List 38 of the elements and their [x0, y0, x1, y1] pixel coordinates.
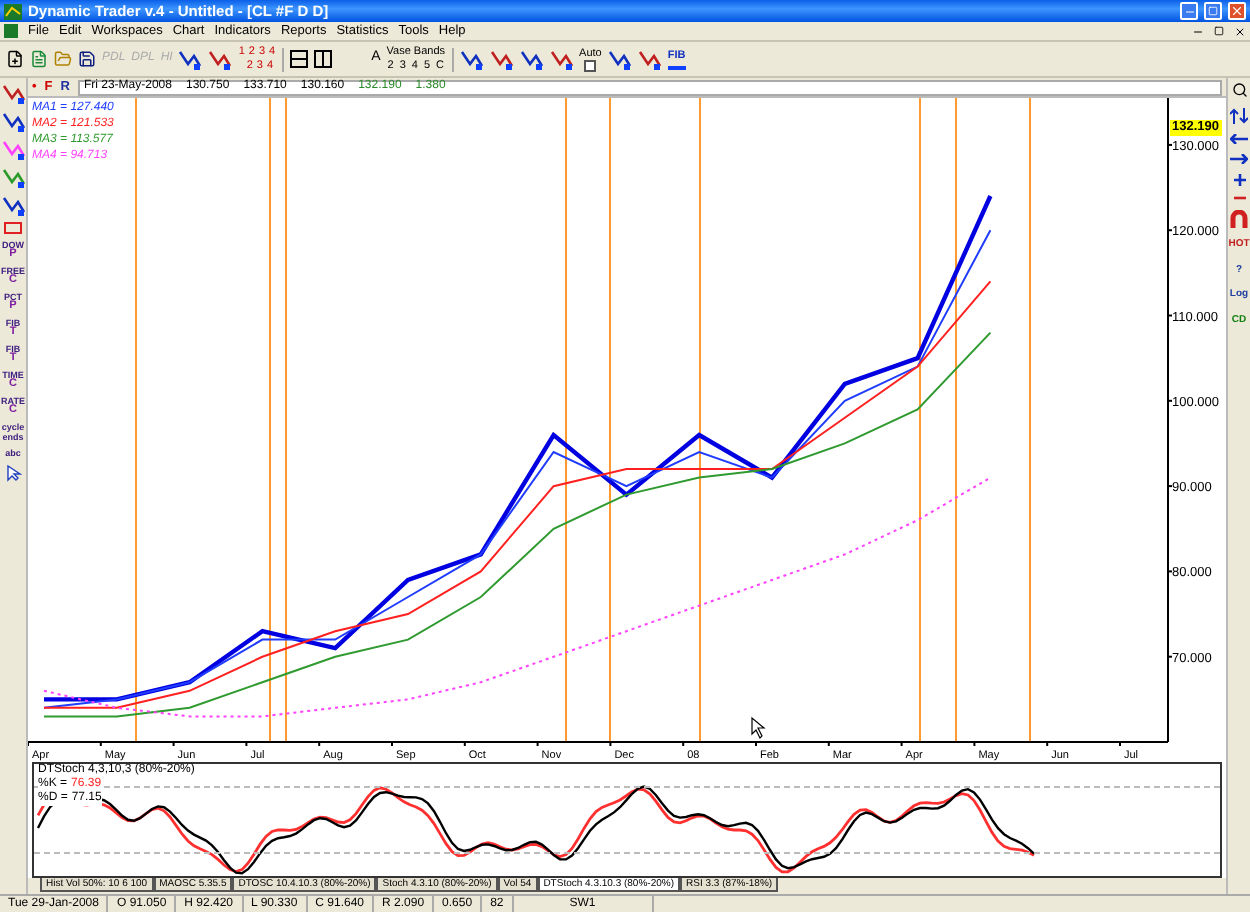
trend-tool-icon[interactable] [637, 48, 662, 70]
zoom-icon[interactable] [1231, 82, 1247, 98]
split-vertical-icon[interactable] [313, 50, 332, 68]
trend-tool-icon[interactable] [607, 48, 632, 70]
close-icon [1234, 25, 1246, 37]
split-horizontal-icon[interactable] [289, 50, 308, 68]
new-file-icon[interactable] [6, 50, 24, 68]
restore-icon [1214, 26, 1224, 36]
minus-icon[interactable] [1233, 196, 1245, 200]
app-logo-icon [4, 3, 22, 19]
arrows-icon[interactable] [1230, 108, 1248, 124]
maximize-icon [1208, 6, 1218, 16]
rectangle-tool-icon[interactable] [4, 222, 22, 234]
maximize-button[interactable] [1204, 2, 1222, 20]
trend-tool-icon[interactable] [1, 82, 25, 104]
trend-tool-icon[interactable] [1, 110, 25, 132]
pointer-icon[interactable] [5, 464, 21, 482]
open-folder-icon[interactable] [54, 50, 72, 68]
trend-tool-icon[interactable] [489, 48, 514, 70]
close-icon [1230, 4, 1244, 18]
minimize-button[interactable] [1180, 2, 1198, 20]
save-icon[interactable] [78, 50, 96, 68]
plus-icon[interactable] [1233, 174, 1245, 186]
app-logo-icon [4, 24, 18, 38]
right-arrow-icon[interactable] [1230, 154, 1248, 164]
trend-tool-icon[interactable] [1, 194, 25, 216]
auto-checkbox[interactable] [584, 59, 597, 71]
trend-tool-icon[interactable] [549, 48, 574, 70]
close-button[interactable] [1228, 2, 1246, 20]
left-arrow-icon[interactable] [1230, 134, 1248, 144]
trend-tool-icon[interactable] [208, 48, 233, 70]
trend-tool-icon[interactable] [1, 138, 25, 160]
trend-tool-icon[interactable] [459, 48, 484, 70]
trend-tool-icon[interactable] [519, 48, 544, 70]
magnet-icon[interactable] [1230, 210, 1248, 228]
trend-tool-icon[interactable] [178, 48, 203, 70]
document-icon[interactable] [30, 50, 48, 68]
trend-tool-icon[interactable] [1, 166, 25, 188]
